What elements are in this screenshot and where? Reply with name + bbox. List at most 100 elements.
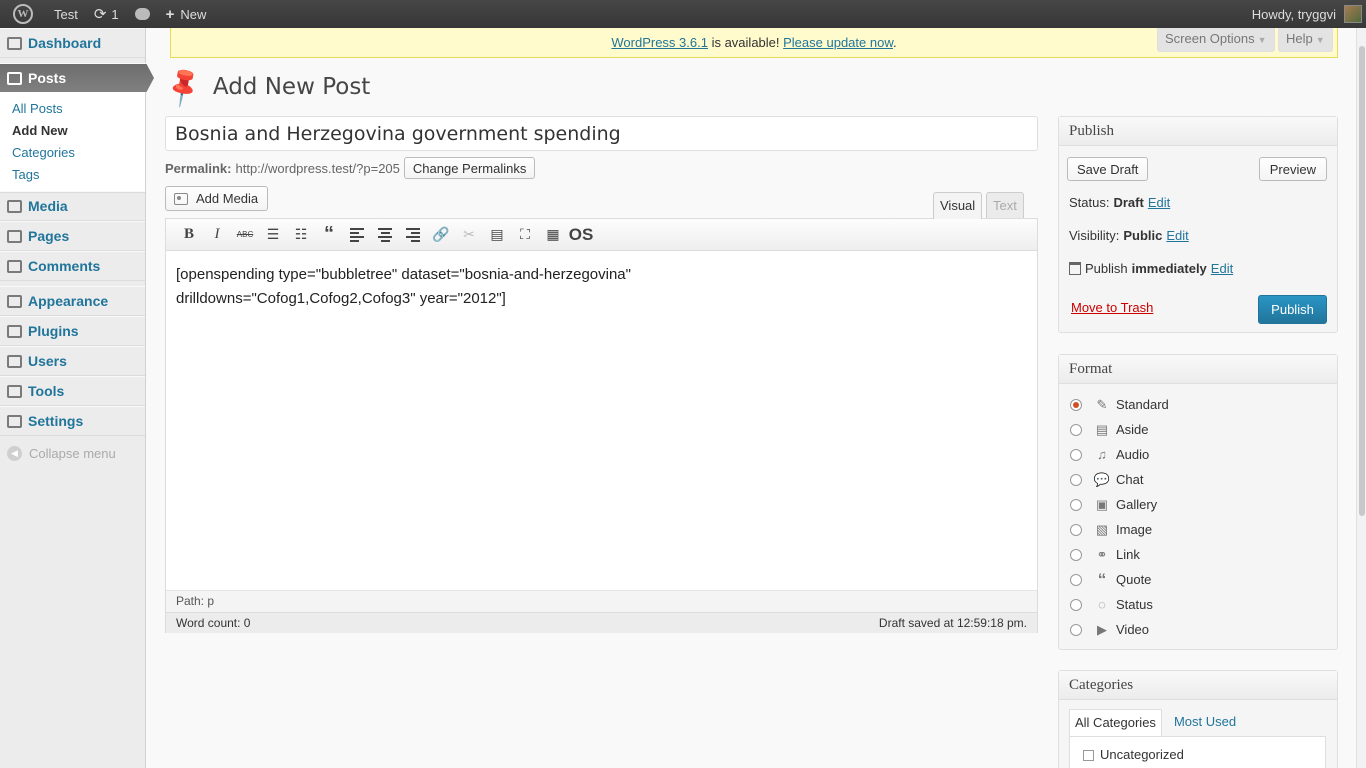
permalink-url[interactable]: http://wordpress.test/?p=205 (235, 161, 399, 176)
bold-button[interactable]: B (175, 223, 203, 247)
update-now-link[interactable]: Please update now (783, 35, 893, 50)
page-scrollbar[interactable] (1356, 28, 1366, 768)
insert-more-button[interactable]: ▤ (483, 223, 511, 247)
sidebar-item-comments[interactable]: Comments (0, 251, 145, 281)
tab-text[interactable]: Text (986, 192, 1024, 218)
format-option-link[interactable]: ⚭ Link (1070, 547, 1140, 562)
site-name-link[interactable]: Test (46, 0, 86, 28)
sidebar-item-plugins[interactable]: Plugins (0, 316, 145, 346)
format-radio[interactable] (1070, 523, 1082, 536)
insert-link-button[interactable]: 🔗 (427, 223, 455, 247)
account-menu[interactable]: Howdy, tryggvi (1244, 0, 1366, 28)
blockquote-button[interactable]: “ (315, 223, 343, 247)
format-box-heading[interactable]: Format (1059, 355, 1337, 384)
format-radio[interactable] (1070, 573, 1082, 586)
format-option-chat[interactable]: 💬 Chat (1070, 472, 1143, 487)
align-center-button[interactable] (371, 223, 399, 247)
sidebar-item-users[interactable]: Users (0, 346, 145, 376)
kitchen-sink-button[interactable]: ▦ (539, 223, 567, 247)
refresh-icon: ⟳ (93, 6, 107, 23)
comments-link[interactable] (127, 0, 158, 28)
tab-all-categories[interactable]: All Categories (1069, 709, 1162, 736)
edit-visibility-link[interactable]: Edit (1166, 228, 1188, 243)
music-note-icon: ♫ (1097, 447, 1107, 462)
change-permalinks-button[interactable]: Change Permalinks (403, 157, 536, 179)
categories-box-heading[interactable]: Categories (1059, 671, 1337, 700)
publish-box-heading[interactable]: Publish (1059, 117, 1337, 146)
format-radio[interactable] (1070, 448, 1082, 461)
tab-visual[interactable]: Visual (933, 192, 983, 219)
category-label: Uncategorized (1100, 747, 1184, 762)
sidebar-item-media[interactable]: Media (0, 191, 145, 221)
format-radio[interactable] (1070, 623, 1082, 636)
sidebar-item-appearance[interactable]: Appearance (0, 286, 145, 316)
submenu-categories[interactable]: Categories (0, 142, 145, 164)
wordpress-version-link[interactable]: WordPress 3.6.1 (611, 35, 708, 50)
format-radio[interactable] (1070, 473, 1082, 486)
tab-most-used[interactable]: Most Used (1169, 709, 1241, 736)
save-draft-button[interactable]: Save Draft (1067, 157, 1149, 181)
submenu-all-posts[interactable]: All Posts (0, 98, 145, 120)
format-option-quote[interactable]: “ Quote (1070, 570, 1151, 589)
visibility-value: Public (1123, 228, 1163, 243)
format-label: Image (1116, 522, 1153, 537)
add-media-button[interactable]: Add Media (165, 186, 269, 211)
align-right-button[interactable] (399, 223, 427, 247)
sidebar-item-label: Appearance (28, 293, 109, 309)
format-option-status[interactable]: ◌ Status (1070, 597, 1153, 612)
italic-button[interactable]: I (203, 223, 231, 247)
strikethrough-button[interactable]: ABC (231, 223, 259, 247)
publish-box: Publish Save Draft Preview Status: Draft… (1058, 116, 1338, 333)
sidebar-item-tools[interactable]: Tools (0, 376, 145, 406)
fullscreen-button[interactable]: ⛶ (511, 223, 539, 247)
format-radio[interactable] (1070, 548, 1082, 561)
preview-button[interactable]: Preview (1258, 157, 1327, 181)
unlink-icon: ✂ (463, 226, 475, 242)
notice-end: . (893, 35, 897, 50)
numbered-list-button[interactable]: ☷ (287, 223, 315, 247)
categories-box: Categories All Categories Most Used Unca… (1058, 670, 1338, 768)
collapse-menu-button[interactable]: ◀ Collapse menu (7, 446, 116, 461)
sidebar-item-posts[interactable]: Posts (0, 63, 154, 93)
screen-options-button[interactable]: Screen Options ▼ (1157, 28, 1275, 52)
sidebar-item-dashboard[interactable]: Dashboard (0, 28, 145, 58)
openspending-button[interactable]: OS (567, 223, 595, 247)
content-line: drilldowns="Cofog1,Cofog2,Cofog3" year="… (176, 290, 506, 307)
format-option-gallery[interactable]: ▣ Gallery (1070, 497, 1157, 512)
format-radio[interactable] (1070, 398, 1082, 411)
format-radio[interactable] (1070, 498, 1082, 511)
unlink-button[interactable]: ✂ (455, 223, 483, 247)
gallery-icon: ▣ (1095, 496, 1109, 512)
move-to-trash-link[interactable]: Move to Trash (1071, 300, 1153, 315)
pushpin-icon (7, 71, 22, 85)
align-left-button[interactable] (343, 223, 371, 247)
category-checkbox[interactable] (1083, 750, 1094, 761)
format-radio[interactable] (1070, 598, 1082, 611)
sidebar-item-pages[interactable]: Pages (0, 221, 145, 251)
bullet-list-button[interactable]: ☰ (259, 223, 287, 247)
bullet-list-icon: ☰ (266, 226, 280, 242)
post-title-input[interactable] (165, 116, 1038, 151)
new-content-link[interactable]: + New (158, 0, 215, 28)
format-option-aside[interactable]: ▤ Aside (1070, 422, 1149, 437)
edit-status-link[interactable]: Edit (1148, 195, 1170, 210)
format-option-video[interactable]: ▶ Video (1070, 622, 1149, 637)
submenu-tags[interactable]: Tags (0, 164, 145, 186)
format-option-standard[interactable]: ✎ Standard (1070, 397, 1169, 412)
sidebar-item-label: Media (28, 198, 68, 214)
submenu-add-new[interactable]: Add New (0, 120, 145, 142)
publish-button[interactable]: Publish (1258, 295, 1327, 324)
scrollbar-thumb[interactable] (1359, 46, 1365, 516)
sidebar-item-label: Tools (28, 383, 65, 399)
format-option-image[interactable]: ▧ Image (1070, 522, 1152, 537)
sidebar-item-settings[interactable]: Settings (0, 406, 145, 436)
updates-link[interactable]: ⟳ 1 (86, 0, 127, 28)
edit-schedule-link[interactable]: Edit (1211, 261, 1233, 276)
help-button[interactable]: Help ▼ (1278, 28, 1333, 52)
editor-content[interactable]: [openspending type="bubbletree" dataset=… (166, 251, 1037, 589)
publish-label: Publish (1085, 261, 1128, 276)
wordpress-logo-icon[interactable]: W (0, 0, 46, 28)
format-radio[interactable] (1070, 423, 1082, 436)
draft-saved-status: Draft saved at 12:59:18 pm. (878, 616, 1027, 630)
format-option-audio[interactable]: ♫ Audio (1070, 447, 1149, 462)
